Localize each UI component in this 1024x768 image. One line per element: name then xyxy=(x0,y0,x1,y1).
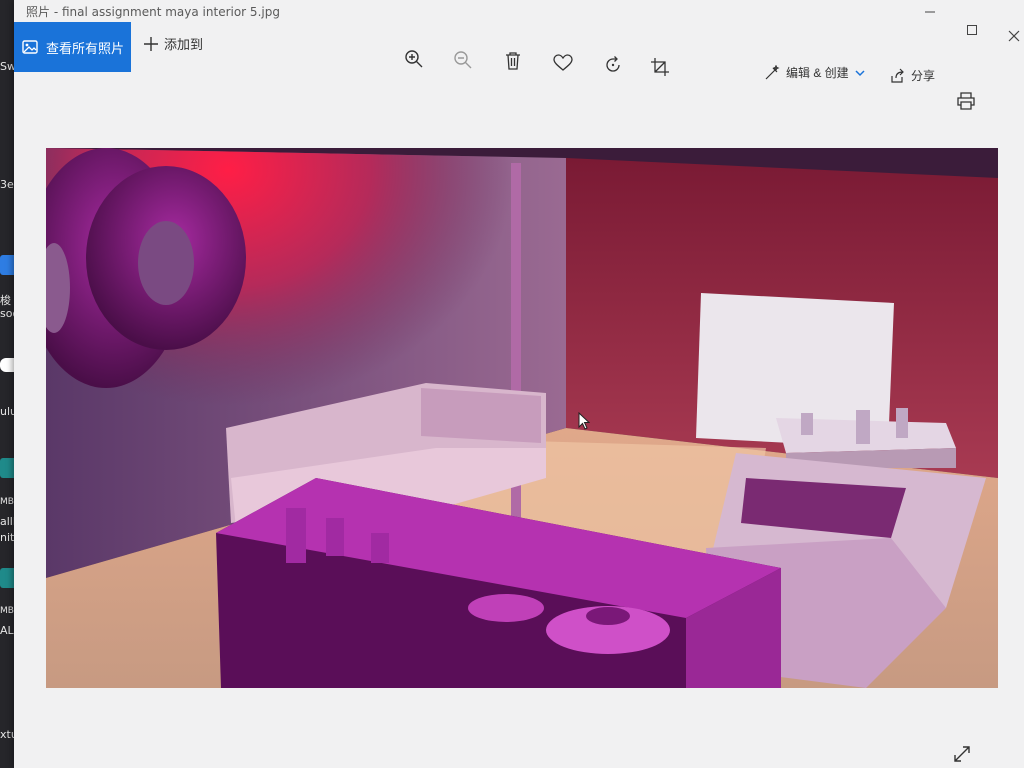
zoom-out-button[interactable] xyxy=(450,47,476,73)
crop-button[interactable] xyxy=(647,54,673,80)
edit-create-menu[interactable]: 编辑 & 创建 xyxy=(764,64,865,81)
zoom-out-icon xyxy=(454,51,472,69)
desktop-item-label: 梭 xyxy=(0,294,11,307)
favorite-icon xyxy=(553,54,573,71)
print-icon xyxy=(957,92,975,110)
chevron-down-icon xyxy=(855,69,865,76)
edit-create-label: 编辑 & 创建 xyxy=(786,66,849,80)
plus-icon xyxy=(144,36,158,51)
favorite-button[interactable] xyxy=(550,50,576,76)
add-to-button[interactable]: 添加到 xyxy=(144,34,203,53)
share-label: 分享 xyxy=(911,69,936,83)
print-button[interactable] xyxy=(957,92,975,115)
add-to-label: 添加到 xyxy=(164,37,204,52)
interior-render-image xyxy=(46,148,998,688)
minimize-icon xyxy=(925,11,935,13)
title-bar[interactable]: 照片 - final assignment maya interior 5.jp… xyxy=(14,0,1024,42)
delete-icon xyxy=(506,52,520,70)
minimize-button[interactable] xyxy=(910,2,950,22)
expand-icon xyxy=(954,746,970,762)
desktop-item-label: MB xyxy=(0,606,14,616)
crop-icon xyxy=(651,58,669,76)
mouse-cursor-icon xyxy=(578,412,590,430)
desktop-item-label: MB xyxy=(0,497,14,507)
rotate-icon xyxy=(606,56,620,72)
share-icon xyxy=(891,68,904,83)
photo-icon xyxy=(22,40,38,54)
fullscreen-button[interactable] xyxy=(952,744,972,764)
see-all-photos-button[interactable]: 查看所有照片 xyxy=(14,22,131,72)
rotate-button[interactable] xyxy=(600,52,626,78)
delete-button[interactable] xyxy=(500,48,526,74)
photos-app-window: 照片 - final assignment maya interior 5.jp… xyxy=(14,0,1024,768)
zoom-in-button[interactable] xyxy=(401,46,427,72)
desktop-item-label: 3e xyxy=(0,178,14,191)
zoom-in-icon xyxy=(405,50,423,68)
toolbar: 查看所有照片 添加到 编辑 & 创建 分享 xyxy=(14,22,1024,110)
photo-canvas[interactable] xyxy=(46,148,998,688)
share-button[interactable]: 分享 xyxy=(889,67,935,84)
edit-wand-icon xyxy=(765,64,780,79)
see-all-photos-label: 查看所有照片 xyxy=(46,40,125,56)
window-title: 照片 - final assignment maya interior 5.jp… xyxy=(26,5,280,19)
